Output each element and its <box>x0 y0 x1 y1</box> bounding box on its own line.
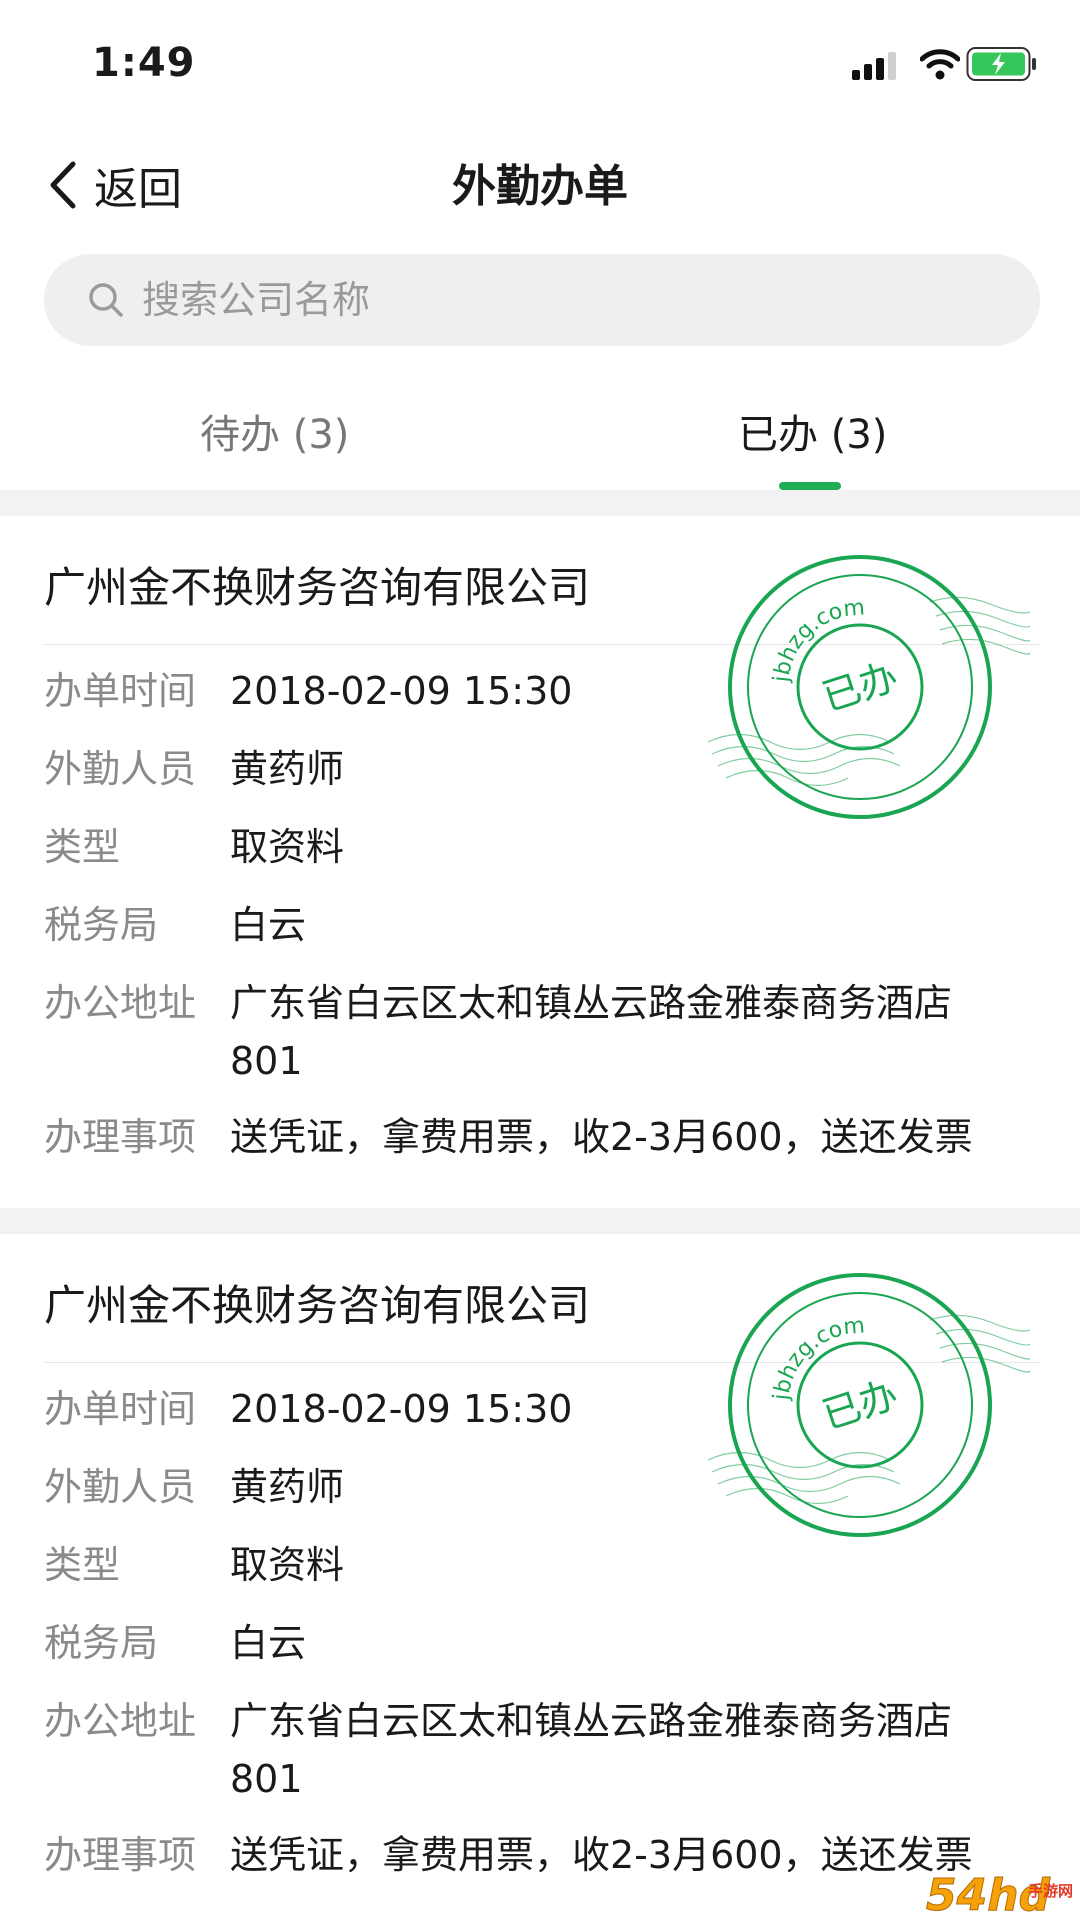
detail-label: 办公地址 <box>44 981 197 1025</box>
detail-label: 办理事项 <box>44 1833 197 1877</box>
detail-label: 办公地址 <box>44 1699 197 1743</box>
task-card[interactable]: 广州金不换财务咨询有限公司 办单时间 2018-02-09 15:30 外勤人员… <box>0 1234 1080 1920</box>
battery-charging-icon <box>966 47 1036 81</box>
detail-value: 送凭证，拿费用票，收2-3月600，送还发票 <box>230 1833 973 1877</box>
search-bar[interactable] <box>44 254 1040 346</box>
section-divider <box>0 1208 1080 1234</box>
done-stamp: jbhzg.com 已办 <box>707 555 1030 819</box>
tab-done[interactable]: 已办 (3) <box>738 402 887 460</box>
detail-label: 类型 <box>44 825 121 869</box>
navigation-bar: 返回 外勤办单 <box>0 130 1080 240</box>
site-watermark-logo: 54hd 手游网 <box>926 1870 1074 1920</box>
company-name: 广州金不换财务咨询有限公司 <box>44 1281 591 1330</box>
detail-label: 办理事项 <box>44 1115 197 1159</box>
company-name: 广州金不换财务咨询有限公司 <box>44 563 591 612</box>
status-time: 1:49 <box>92 40 196 86</box>
detail-row: 办公地址 广东省白云区太和镇丛云路金雅泰商务酒店801 <box>44 1692 1024 1808</box>
detail-label: 类型 <box>44 1543 121 1587</box>
tab-bar: 待办 (3) 已办 (3) <box>0 380 1080 490</box>
detail-label: 税务局 <box>44 903 159 947</box>
detail-label: 外勤人员 <box>44 1465 197 1509</box>
detail-label: 办单时间 <box>44 1387 197 1431</box>
detail-row: 税务局 白云 <box>44 896 1024 954</box>
cellular-signal-icon <box>852 52 896 80</box>
wifi-icon <box>920 49 960 80</box>
detail-value: 广东省白云区太和镇丛云路金雅泰商务酒店801 <box>230 1699 953 1801</box>
task-card[interactable]: 广州金不换财务咨询有限公司 办单时间 2018-02-09 15:30 外勤人员… <box>0 516 1080 1208</box>
section-divider <box>0 490 1080 516</box>
detail-row: 办理事项 送凭证，拿费用票，收2-3月600，送还发票 <box>44 1108 1024 1166</box>
detail-value: 送凭证，拿费用票，收2-3月600，送还发票 <box>230 1115 973 1159</box>
detail-row: 办理事项 送凭证，拿费用票，收2-3月600，送还发票 <box>44 1826 1024 1884</box>
done-stamp: jbhzg.com 已办 <box>707 1273 1030 1537</box>
detail-value: 广东省白云区太和镇丛云路金雅泰商务酒店801 <box>230 981 953 1083</box>
detail-value: 白云 <box>230 1621 307 1665</box>
stamp-text: 已办 <box>817 654 903 719</box>
watermark-site: 手游网 <box>1028 1882 1073 1900</box>
detail-value: 白云 <box>230 903 307 947</box>
active-tab-indicator <box>779 482 841 490</box>
search-input[interactable] <box>140 277 1004 323</box>
detail-label: 办单时间 <box>44 669 197 713</box>
detail-label: 外勤人员 <box>44 747 197 791</box>
search-icon <box>89 283 123 317</box>
detail-row: 税务局 白云 <box>44 1614 1024 1672</box>
status-bar: 1:49 <box>0 0 1080 130</box>
detail-row: 办公地址 广东省白云区太和镇丛云路金雅泰商务酒店801 <box>44 974 1024 1090</box>
stamp-text: 已办 <box>817 1372 903 1437</box>
tab-pending[interactable]: 待办 (3) <box>200 402 349 460</box>
page-title: 外勤办单 <box>452 161 628 212</box>
detail-label: 税务局 <box>44 1621 159 1665</box>
